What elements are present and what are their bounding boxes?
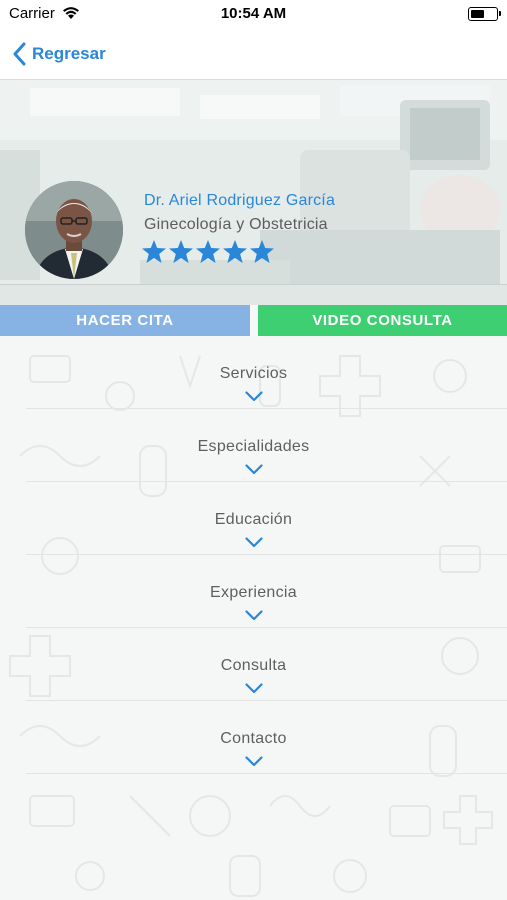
section-contacto[interactable]: Contacto [26,701,507,774]
clock: 10:54 AM [220,5,287,22]
chevron-left-icon [13,42,26,66]
section-label: Consulta [220,657,287,674]
navigation-bar: Regresar [0,28,507,80]
back-label: Regresar [32,44,106,63]
chevron-down-icon [245,610,263,621]
doctor-specialty: Ginecología y Obstetricia [144,216,328,233]
section-educacion[interactable]: Educación [26,482,507,555]
star-icon [223,240,247,263]
section-especialidades[interactable]: Especialidades [26,409,507,482]
section-experiencia[interactable]: Experiencia [26,555,507,628]
section-servicios[interactable]: Servicios [26,336,507,409]
profile-header: Dr. Ariel Rodriguez García Ginecología y… [0,80,507,305]
star-icon [196,240,220,263]
battery-icon [468,7,501,21]
video-consultation-button[interactable]: VIDEO CONSULTA [258,305,507,336]
star-icon [250,240,274,263]
section-label: Especialidades [197,438,310,455]
section-label: Experiencia [210,584,297,601]
section-label: Educación [214,511,293,528]
status-bar: Carrier 10:54 AM [0,0,507,28]
doctor-avatar [25,181,123,279]
doctor-name: Dr. Ariel Rodriguez García [144,192,336,209]
star-icon [142,240,166,263]
section-consulta[interactable]: Consulta [26,628,507,701]
chevron-down-icon [245,391,263,402]
chevron-down-icon [245,756,263,767]
section-label: Servicios [219,365,288,382]
chevron-down-icon [245,537,263,548]
chevron-down-icon [245,464,263,475]
star-rating [141,239,275,264]
back-button[interactable]: Regresar [12,38,106,70]
section-label: Contacto [220,730,287,747]
make-appointment-button[interactable]: HACER CITA [0,305,250,336]
profile-sections: Servicios Especialidades Educación Exper… [0,336,507,900]
chevron-down-icon [245,683,263,694]
star-icon [169,240,193,263]
